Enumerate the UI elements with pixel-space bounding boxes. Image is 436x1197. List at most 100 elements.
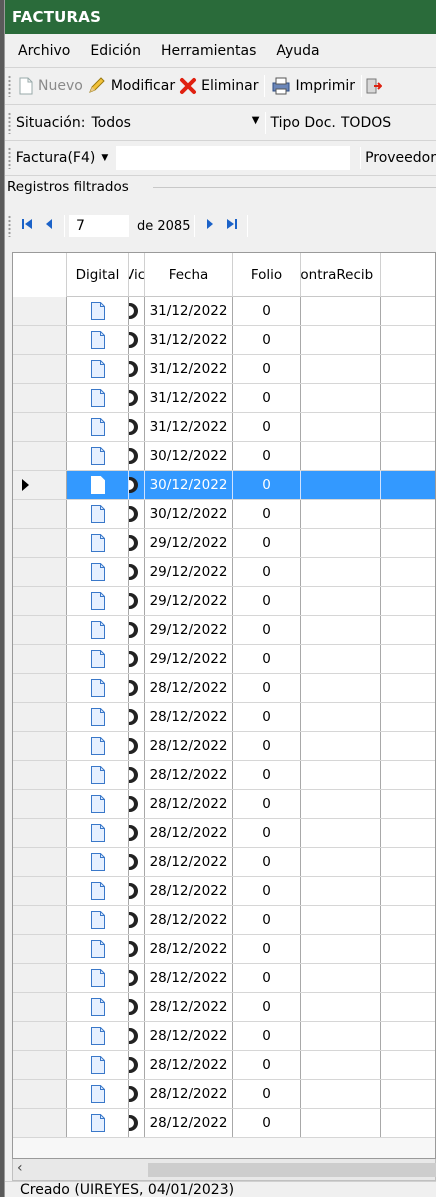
row-header[interactable] (13, 558, 67, 586)
cell-contrarecibo[interactable] (301, 703, 381, 731)
cell-fecha[interactable]: 29/12/2022 (145, 587, 233, 615)
cell-fecha[interactable]: 28/12/2022 (145, 790, 233, 818)
cell-empty[interactable] (381, 558, 435, 586)
cell-empty[interactable] (381, 1051, 435, 1079)
row-header[interactable] (13, 442, 67, 470)
cell-digital[interactable] (67, 645, 129, 673)
cell-contrarecibo[interactable] (301, 1051, 381, 1079)
table-row[interactable]: 28/12/2022 0 (13, 1022, 435, 1051)
cell-vic[interactable] (129, 384, 145, 412)
cell-empty[interactable] (381, 529, 435, 557)
cell-digital[interactable] (67, 355, 129, 383)
cell-contrarecibo[interactable] (301, 1109, 381, 1137)
row-header[interactable] (13, 848, 67, 876)
cell-vic[interactable] (129, 558, 145, 586)
cell-empty[interactable] (381, 355, 435, 383)
table-row[interactable]: 30/12/2022 0 (13, 471, 435, 500)
cell-vic[interactable] (129, 1080, 145, 1108)
cell-folio[interactable]: 0 (233, 587, 301, 615)
cell-fecha[interactable]: 28/12/2022 (145, 703, 233, 731)
cell-vic[interactable] (129, 442, 145, 470)
cell-digital[interactable] (67, 1109, 129, 1137)
cell-vic[interactable] (129, 587, 145, 615)
cell-vic[interactable] (129, 1109, 145, 1137)
cell-vic[interactable] (129, 297, 145, 325)
cell-vic[interactable] (129, 761, 145, 789)
row-header[interactable] (13, 616, 67, 644)
cell-fecha[interactable]: 28/12/2022 (145, 935, 233, 963)
row-header[interactable] (13, 1109, 67, 1137)
row-header[interactable] (13, 1051, 67, 1079)
invoices-grid[interactable]: Digital Vic Fecha Folio ContraRecib 31/1… (12, 252, 436, 1159)
column-header-vic[interactable]: Vic (129, 253, 145, 297)
column-header-fecha[interactable]: Fecha (145, 253, 233, 297)
cell-contrarecibo[interactable] (301, 761, 381, 789)
row-header[interactable] (13, 326, 67, 354)
cell-digital[interactable] (67, 761, 129, 789)
cell-vic[interactable] (129, 935, 145, 963)
cell-fecha[interactable]: 29/12/2022 (145, 529, 233, 557)
cell-folio[interactable]: 0 (233, 703, 301, 731)
cell-folio[interactable]: 0 (233, 442, 301, 470)
row-header[interactable] (13, 993, 67, 1021)
cell-contrarecibo[interactable] (301, 587, 381, 615)
table-row[interactable]: 28/12/2022 0 (13, 761, 435, 790)
cell-folio[interactable]: 0 (233, 877, 301, 905)
cell-digital[interactable] (67, 732, 129, 760)
cell-fecha[interactable]: 28/12/2022 (145, 1022, 233, 1050)
situacion-select[interactable]: Todos ▼ (85, 111, 261, 135)
cell-folio[interactable]: 0 (233, 732, 301, 760)
cell-fecha[interactable]: 30/12/2022 (145, 442, 233, 470)
table-row[interactable]: 29/12/2022 0 (13, 529, 435, 558)
cell-vic[interactable] (129, 471, 145, 499)
row-header[interactable] (13, 529, 67, 557)
cell-fecha[interactable]: 28/12/2022 (145, 877, 233, 905)
cell-digital[interactable] (67, 413, 129, 441)
cell-fecha[interactable]: 28/12/2022 (145, 732, 233, 760)
last-record-icon[interactable] (221, 217, 243, 235)
search-field-selector[interactable]: Factura(F4) ▼ (16, 150, 109, 166)
row-header[interactable] (13, 471, 67, 499)
cell-digital[interactable] (67, 703, 129, 731)
cell-digital[interactable] (67, 993, 129, 1021)
cell-fecha[interactable]: 28/12/2022 (145, 993, 233, 1021)
cell-empty[interactable] (381, 413, 435, 441)
menu-ayuda[interactable]: Ayuda (266, 43, 329, 59)
row-header[interactable] (13, 819, 67, 847)
cell-folio[interactable]: 0 (233, 1080, 301, 1108)
menu-archivo[interactable]: Archivo (8, 43, 80, 59)
row-header[interactable] (13, 587, 67, 615)
cell-vic[interactable] (129, 964, 145, 992)
cell-digital[interactable] (67, 964, 129, 992)
cell-folio[interactable]: 0 (233, 761, 301, 789)
cell-fecha[interactable]: 28/12/2022 (145, 674, 233, 702)
cell-contrarecibo[interactable] (301, 906, 381, 934)
cell-empty[interactable] (381, 993, 435, 1021)
table-row[interactable]: 28/12/2022 0 (13, 674, 435, 703)
cell-vic[interactable] (129, 529, 145, 557)
cell-empty[interactable] (381, 848, 435, 876)
cell-folio[interactable]: 0 (233, 674, 301, 702)
cell-empty[interactable] (381, 616, 435, 644)
cell-empty[interactable] (381, 297, 435, 325)
cell-vic[interactable] (129, 703, 145, 731)
row-header[interactable] (13, 964, 67, 992)
table-row[interactable]: 31/12/2022 0 (13, 413, 435, 442)
cell-empty[interactable] (381, 471, 435, 499)
row-header[interactable] (13, 674, 67, 702)
cell-empty[interactable] (381, 645, 435, 673)
cell-folio[interactable]: 0 (233, 413, 301, 441)
cell-digital[interactable] (67, 877, 129, 905)
cell-folio[interactable]: 0 (233, 326, 301, 354)
cell-empty[interactable] (381, 587, 435, 615)
cell-empty[interactable] (381, 442, 435, 470)
row-header[interactable] (13, 1080, 67, 1108)
cell-empty[interactable] (381, 819, 435, 847)
cell-empty[interactable] (381, 935, 435, 963)
cell-folio[interactable]: 0 (233, 355, 301, 383)
table-row[interactable]: 29/12/2022 0 (13, 616, 435, 645)
cell-fecha[interactable]: 29/12/2022 (145, 558, 233, 586)
cell-vic[interactable] (129, 355, 145, 383)
exit-icon[interactable] (366, 77, 383, 95)
scroll-left-icon[interactable]: ‹ (17, 1160, 23, 1176)
